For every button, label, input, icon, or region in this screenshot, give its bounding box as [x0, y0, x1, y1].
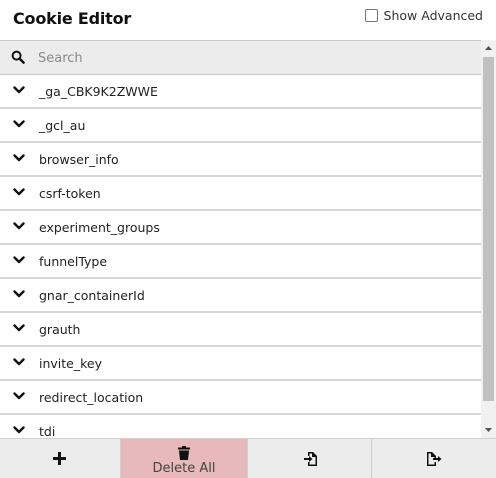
cookie-name: invite_key — [39, 356, 102, 371]
cookie-name: csrf-token — [39, 186, 101, 201]
cookie-row[interactable]: grauth — [0, 313, 481, 347]
cookie-name: gnar_containerId — [39, 288, 145, 303]
chevron-down-icon[interactable] — [13, 391, 25, 401]
cookie-row[interactable]: experiment_groups — [0, 211, 481, 245]
chevron-down-icon[interactable] — [13, 85, 25, 95]
cookie-row[interactable]: _gcl_au — [0, 109, 481, 143]
footer-toolbar: Delete All — [0, 438, 496, 478]
cookie-row[interactable]: _ga_CBK9K2ZWWE — [0, 75, 481, 109]
chevron-down-icon[interactable] — [13, 323, 25, 333]
cookie-row[interactable]: csrf-token — [0, 177, 481, 211]
cookie-list: _ga_CBK9K2ZWWE _gcl_au browser_info csrf-to… — [0, 75, 481, 438]
scroll-down-arrow-icon[interactable] — [484, 425, 493, 435]
cookie-row[interactable]: invite_key — [0, 347, 481, 381]
chevron-down-icon[interactable] — [13, 289, 25, 299]
delete-all-button[interactable]: Delete All — [121, 439, 248, 478]
cookie-name: browser_info — [39, 152, 119, 167]
cookie-row[interactable]: funnelType — [0, 245, 481, 279]
app-title: Cookie Editor — [13, 9, 132, 28]
scrollbar[interactable] — [481, 40, 496, 438]
trash-icon — [178, 446, 190, 460]
cookie-row[interactable]: redirect_location — [0, 381, 481, 415]
add-cookie-button[interactable] — [0, 439, 121, 478]
cookie-name: grauth — [39, 322, 81, 337]
cookie-row[interactable]: gnar_containerId — [0, 279, 481, 313]
file-import-icon — [304, 452, 317, 466]
cookie-row[interactable]: browser_info — [0, 143, 481, 177]
search-bar[interactable]: Search — [0, 40, 481, 75]
chevron-down-icon[interactable] — [13, 425, 25, 435]
cookie-name: funnelType — [39, 254, 108, 269]
plus-icon — [53, 452, 66, 465]
scroll-up-arrow-icon[interactable] — [484, 43, 493, 53]
show-advanced-toggle[interactable]: Show Advanced — [364, 8, 483, 23]
cookie-name: redirect_location — [39, 390, 144, 405]
header: Cookie Editor Show Advanced — [0, 0, 496, 40]
show-advanced-label: Show Advanced — [383, 8, 483, 23]
export-button[interactable] — [372, 439, 496, 478]
chevron-down-icon[interactable] — [13, 119, 25, 129]
file-export-icon — [427, 452, 442, 466]
cookie-name: tdi — [39, 424, 56, 438]
chevron-down-icon[interactable] — [13, 187, 25, 197]
search-icon — [11, 50, 25, 64]
chevron-down-icon[interactable] — [13, 153, 25, 163]
show-advanced-checkbox[interactable] — [364, 9, 378, 22]
delete-all-label: Delete All — [152, 461, 216, 476]
cookie-row[interactable]: tdi — [0, 415, 481, 438]
import-button[interactable] — [248, 439, 372, 478]
chevron-down-icon[interactable] — [13, 255, 25, 265]
cookie-name: experiment_groups — [39, 220, 160, 235]
chevron-down-icon[interactable] — [13, 221, 25, 231]
cookie-name: _gcl_au — [39, 118, 86, 133]
chevron-down-icon[interactable] — [13, 357, 25, 367]
search-input[interactable]: Search — [38, 51, 83, 66]
cookie-name: _ga_CBK9K2ZWWE — [39, 84, 158, 99]
scrollbar-thumb[interactable] — [483, 57, 494, 401]
